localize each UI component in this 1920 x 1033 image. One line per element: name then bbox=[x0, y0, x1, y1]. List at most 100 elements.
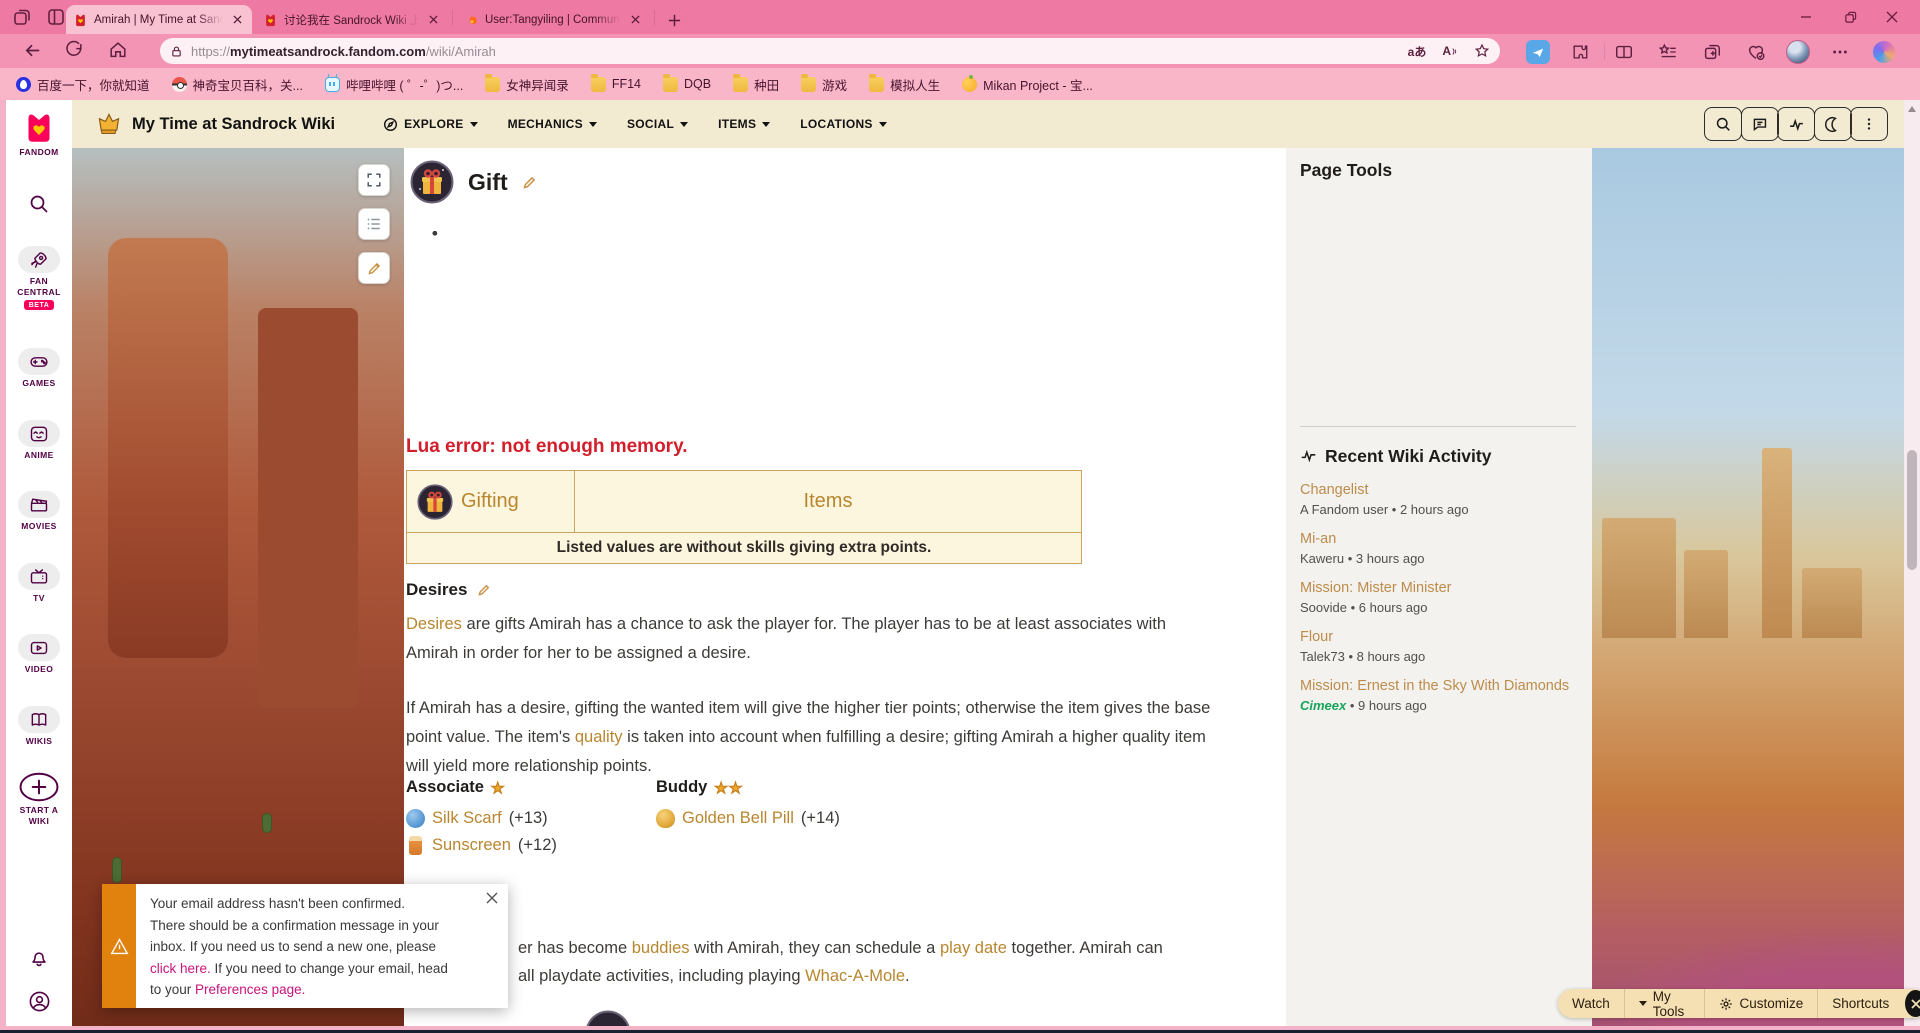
back-icon[interactable] bbox=[22, 40, 44, 62]
bookmark-item[interactable]: 哔哩哔哩 ( ゜-゜)つ... bbox=[324, 75, 463, 94]
inline-link[interactable]: play date bbox=[940, 939, 1007, 957]
bookmark-item[interactable]: 神奇宝贝百科，关... bbox=[171, 75, 303, 94]
bookmark-item[interactable]: DQB bbox=[663, 73, 711, 92]
minimize-button[interactable] bbox=[1784, 0, 1828, 34]
bookmark-label: 神奇宝贝百科，关... bbox=[192, 78, 303, 93]
bookmark-item[interactable]: FF14 bbox=[590, 73, 641, 92]
inline-link[interactable]: buddies bbox=[632, 939, 690, 957]
shortcuts-button[interactable]: Shortcuts bbox=[1817, 989, 1903, 1018]
wiki-header: My Time at Sandrock Wiki EXPLORE MECHANI… bbox=[72, 100, 1904, 148]
favorites-list-icon[interactable] bbox=[1656, 40, 1680, 64]
theme-moon-icon[interactable] bbox=[1813, 107, 1852, 141]
inline-link[interactable]: Preferences page. bbox=[195, 982, 305, 997]
edit-pencil-button[interactable] bbox=[358, 252, 390, 284]
inline-link[interactable]: Whac-A-Mole bbox=[805, 967, 905, 985]
expand-view-button[interactable] bbox=[358, 164, 390, 196]
bookmark-item[interactable]: 女神异闻录 bbox=[485, 73, 569, 94]
customize-button[interactable]: Customize bbox=[1704, 989, 1817, 1018]
address-bar[interactable]: https://mytimeatsandrock.fandom.com/wiki… bbox=[160, 38, 1500, 64]
wiki-title[interactable]: My Time at Sandrock Wiki bbox=[132, 115, 335, 134]
url-text[interactable]: https://mytimeatsandrock.fandom.com/wiki… bbox=[191, 44, 1400, 59]
watch-button[interactable]: Watch bbox=[1558, 989, 1624, 1018]
settings-menu-icon[interactable] bbox=[1828, 40, 1852, 64]
search-icon[interactable] bbox=[1704, 107, 1743, 141]
nav-mechanics[interactable]: MECHANICS bbox=[508, 117, 597, 131]
close-tab-icon[interactable] bbox=[627, 12, 643, 28]
scrollbar-thumb[interactable] bbox=[1907, 450, 1917, 570]
restore-button[interactable] bbox=[1828, 0, 1872, 34]
sidebar-item-tv[interactable]: TV bbox=[6, 563, 72, 604]
item-link[interactable]: Golden Bell Pill bbox=[682, 805, 794, 832]
discussions-icon[interactable] bbox=[1740, 107, 1779, 141]
nav-locations[interactable]: LOCATIONS bbox=[800, 117, 887, 131]
extensions-puzzle-icon[interactable] bbox=[1568, 40, 1592, 64]
bookmark-item[interactable]: Mikan Project - 宝... bbox=[962, 74, 1093, 94]
home-icon[interactable] bbox=[108, 40, 130, 62]
desires-title: Desires bbox=[406, 580, 468, 599]
nav-items[interactable]: ITEMS bbox=[718, 117, 771, 131]
inline-link[interactable]: Desires bbox=[406, 615, 462, 633]
bookmark-item[interactable]: 百度一下，你就知道 bbox=[16, 75, 150, 94]
tier-column: Associate ★ Silk Scarf (+13) Sunscreen (… bbox=[406, 778, 656, 859]
sidebar-item-fan-central[interactable]: FAN CENTRAL BETA bbox=[6, 246, 72, 311]
scroll-up-arrow[interactable] bbox=[1907, 106, 1916, 112]
sidebar-item-start-a-wiki[interactable]: START A WIKI bbox=[6, 772, 72, 826]
nav-explore[interactable]: EXPLORE bbox=[383, 117, 478, 132]
activity-entry-link[interactable]: Changelist bbox=[1300, 482, 1582, 499]
sidebar-item-video[interactable]: VIDEO bbox=[6, 634, 72, 675]
item-link[interactable]: Sunscreen bbox=[432, 832, 511, 859]
table-header-gifting[interactable]: Gifting bbox=[461, 490, 519, 513]
activity-entry-link[interactable]: Mission: Mister Minister bbox=[1300, 580, 1582, 597]
tab-user-tangyiling[interactable]: User:Tangyiling | Community Cen bbox=[458, 5, 650, 34]
more-menu-icon[interactable] bbox=[1850, 107, 1888, 141]
wiki-logo[interactable] bbox=[96, 111, 122, 137]
activity-entry-link[interactable]: Flour bbox=[1300, 629, 1582, 646]
inline-link[interactable]: click here. bbox=[150, 961, 211, 976]
copilot-icon[interactable] bbox=[1872, 40, 1896, 64]
workspaces-icon[interactable] bbox=[12, 7, 32, 27]
split-screen-icon[interactable] bbox=[1612, 40, 1636, 64]
edit-section-icon[interactable] bbox=[477, 583, 491, 597]
sidebar-search[interactable] bbox=[6, 192, 72, 216]
sidebar-item-movies[interactable]: MOVIES bbox=[6, 491, 72, 532]
edit-section-icon[interactable] bbox=[522, 175, 537, 190]
close-tab-icon[interactable] bbox=[229, 12, 245, 28]
fandom-logo[interactable]: FANDOM bbox=[6, 108, 72, 158]
translate-icon[interactable]: aあ bbox=[1408, 43, 1427, 60]
tier-stars-icon: ★★ bbox=[714, 779, 744, 797]
close-window-button[interactable] bbox=[1870, 0, 1914, 34]
new-tab-button[interactable] bbox=[662, 8, 686, 32]
activity-icon[interactable] bbox=[1777, 107, 1816, 141]
close-popup-icon[interactable] bbox=[486, 892, 498, 904]
bird-extension-icon[interactable] bbox=[1526, 40, 1550, 64]
read-aloud-icon[interactable]: A bbox=[1442, 44, 1458, 58]
close-toolbar-button[interactable] bbox=[1905, 990, 1920, 1017]
bookmark-item[interactable]: 种田 bbox=[733, 73, 779, 94]
vertical-tabs-icon[interactable] bbox=[46, 7, 66, 27]
lock-icon[interactable] bbox=[170, 45, 183, 58]
page-scrollbar[interactable] bbox=[1904, 100, 1920, 1033]
tab-amirah[interactable]: Amirah | My Time at Sandrock W bbox=[66, 5, 252, 34]
sidebar-item-anime[interactable]: ANIME bbox=[6, 420, 72, 461]
my-tools-button[interactable]: My Tools bbox=[1623, 989, 1705, 1019]
activity-entry-link[interactable]: Mi-an bbox=[1300, 531, 1582, 548]
nav-social[interactable]: SOCIAL bbox=[627, 117, 689, 131]
collections-icon[interactable] bbox=[1700, 40, 1724, 64]
bookmark-item[interactable]: 模拟人生 bbox=[869, 73, 940, 94]
browser-essentials-icon[interactable] bbox=[1744, 40, 1768, 64]
sidebar-item-games[interactable]: GAMES bbox=[6, 348, 72, 389]
activity-entry-link[interactable]: Mission: Ernest in the Sky With Diamonds bbox=[1300, 678, 1582, 695]
table-of-contents-button[interactable] bbox=[358, 208, 390, 240]
refresh-icon[interactable] bbox=[64, 40, 86, 62]
item-link[interactable]: Silk Scarf bbox=[432, 805, 502, 832]
profile-avatar[interactable] bbox=[1786, 40, 1810, 64]
account-icon[interactable] bbox=[6, 990, 72, 1013]
sidebar-item-label: FAN CENTRAL bbox=[17, 276, 61, 297]
tab-discussion[interactable]: 讨论我在 Sandrock Wiki 上度过的 bbox=[256, 5, 448, 34]
sidebar-item-wikis[interactable]: WIKIS bbox=[6, 706, 72, 747]
inline-link[interactable]: quality bbox=[575, 728, 623, 746]
bookmark-item[interactable]: 游戏 bbox=[801, 73, 847, 94]
close-tab-icon[interactable] bbox=[425, 12, 441, 28]
favorite-star-icon[interactable] bbox=[1474, 43, 1490, 59]
notifications-bell-icon[interactable] bbox=[6, 946, 72, 968]
